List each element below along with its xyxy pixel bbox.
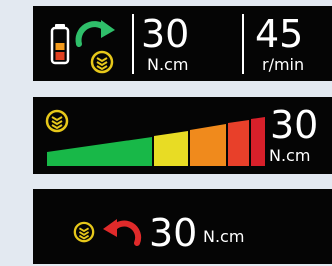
- level-segment-darkred: [251, 117, 265, 166]
- speed-mode-icon: [90, 50, 114, 74]
- torque-value: 30: [270, 103, 319, 147]
- level-segment-green: [47, 137, 152, 166]
- counterclockwise-arrow-icon: [103, 219, 142, 246]
- torque-unit: N.cm: [269, 146, 311, 165]
- clockwise-arrow-icon: [75, 20, 115, 47]
- status-panel-reverse: 30 N.cm: [33, 189, 332, 264]
- torque-level-bar: [47, 117, 265, 166]
- level-segment-orange: [190, 124, 226, 166]
- torque-unit: N.cm: [203, 227, 245, 246]
- speed-mode-icon: [73, 221, 95, 243]
- divider: [132, 14, 134, 74]
- status-panel-torque-level: 30 N.cm: [33, 97, 332, 174]
- torque-value: 30: [149, 211, 198, 255]
- level-segment-yellow: [154, 131, 188, 166]
- battery-icon: [50, 24, 70, 65]
- speed-unit: r/min: [262, 55, 305, 74]
- status-panel-torque-speed: 30 N.cm 45 r/min: [33, 6, 332, 81]
- torque-value: 30: [141, 12, 190, 56]
- speed-value: 45: [255, 12, 304, 56]
- level-segment-red: [228, 120, 249, 166]
- torque-unit: N.cm: [147, 55, 189, 74]
- divider: [242, 14, 244, 74]
